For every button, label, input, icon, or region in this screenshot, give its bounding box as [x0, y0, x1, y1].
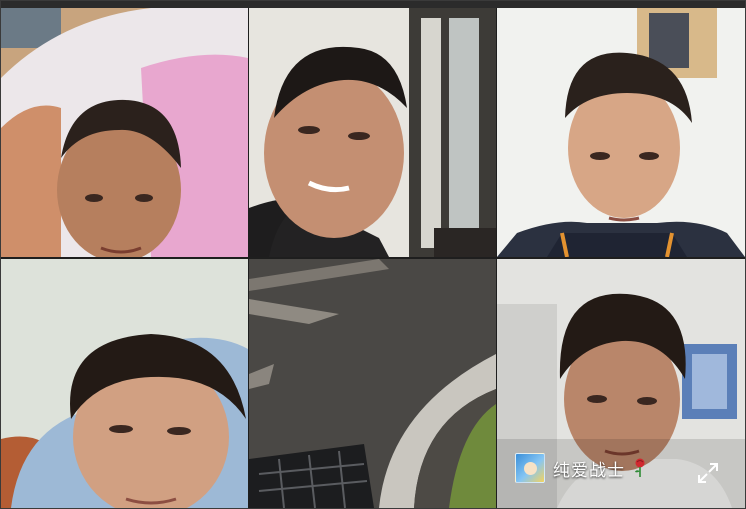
participant-name: 纯爱战士	[553, 460, 625, 481]
video-tile-6[interactable]: 纯爱战士	[497, 259, 745, 508]
rose-icon	[635, 458, 645, 477]
video-tile-3[interactable]	[497, 8, 745, 257]
participant-name-tag: 纯爱战士	[515, 453, 647, 483]
video-feed-5	[249, 259, 496, 508]
video-tile-5[interactable]	[249, 259, 496, 508]
video-tile-1[interactable]	[1, 8, 248, 257]
video-feed-4	[1, 259, 248, 508]
video-grid: 纯爱战士	[1, 8, 745, 508]
video-call-window: 纯爱战士	[0, 0, 746, 509]
video-feed-3	[497, 8, 745, 257]
video-feed-2	[249, 8, 496, 257]
video-tile-4[interactable]	[1, 259, 248, 508]
video-feed-1	[1, 8, 248, 257]
video-tile-2[interactable]	[249, 8, 496, 257]
anime-avatar-icon	[515, 453, 545, 483]
window-top-bar	[1, 1, 745, 8]
expand-fullscreen-icon[interactable]	[697, 462, 719, 484]
